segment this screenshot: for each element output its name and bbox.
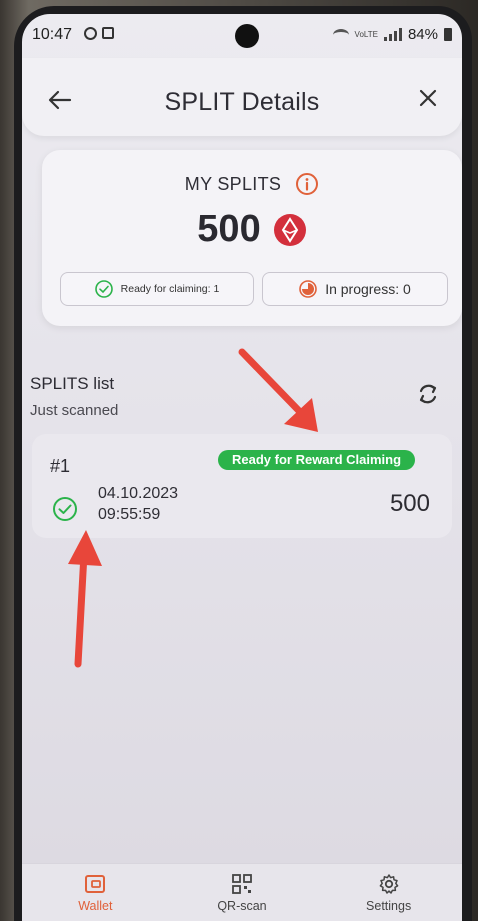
info-icon[interactable] bbox=[295, 172, 319, 196]
splits-list-subtitle: Just scanned bbox=[30, 402, 118, 419]
check-circle-icon bbox=[95, 280, 113, 298]
item-time: 09:55:59 bbox=[98, 505, 160, 525]
nav-settings[interactable]: Settings bbox=[329, 873, 449, 913]
close-icon[interactable] bbox=[414, 84, 442, 112]
progress-icon bbox=[299, 280, 317, 298]
item-amount: 500 bbox=[390, 490, 430, 518]
nav-settings-label: Settings bbox=[366, 899, 411, 913]
item-number: #1 bbox=[50, 456, 70, 477]
in-progress-button[interactable]: In progress: 0 bbox=[262, 272, 448, 306]
status-indicators: VoLTE 84% bbox=[333, 26, 452, 43]
annotation-arrow-to-badge bbox=[232, 344, 332, 444]
app-header: SPLIT Details bbox=[22, 58, 462, 136]
item-date: 04.10.2023 bbox=[98, 484, 178, 504]
page-title: SPLIT Details bbox=[22, 88, 462, 117]
front-camera bbox=[235, 24, 259, 48]
status-badge: Ready for Reward Claiming bbox=[218, 450, 415, 470]
ready-for-claiming-button[interactable]: Ready for claiming: 1 bbox=[60, 272, 254, 306]
bottom-navigation: Wallet QR-scan Settings bbox=[22, 863, 462, 921]
total-amount-row: 500 bbox=[42, 208, 462, 251]
nav-wallet-label: Wallet bbox=[78, 899, 112, 913]
nav-wallet[interactable]: Wallet bbox=[35, 873, 155, 913]
app-screen: 10:47 VoLTE 84% SPLIT Details MY SPLITS bbox=[22, 14, 462, 921]
gear-icon bbox=[378, 873, 400, 895]
battery-icon bbox=[444, 28, 452, 41]
nav-qr-label: QR-scan bbox=[217, 899, 266, 913]
splits-list-title: SPLITS list bbox=[30, 374, 114, 394]
ready-for-claiming-label: Ready for claiming: 1 bbox=[121, 283, 220, 295]
my-splits-card: MY SPLITS 500 Ready for claiming: 1 bbox=[42, 150, 462, 326]
my-splits-label: MY SPLITS bbox=[185, 174, 281, 195]
notification-icons bbox=[84, 27, 114, 40]
status-bar: 10:47 VoLTE 84% bbox=[22, 14, 462, 54]
refresh-icon[interactable] bbox=[414, 380, 442, 408]
battery-percent: 84% bbox=[408, 26, 438, 43]
nav-qr-scan[interactable]: QR-scan bbox=[182, 873, 302, 913]
signal-icon bbox=[384, 28, 402, 41]
wifi-icon bbox=[333, 29, 349, 41]
token-icon bbox=[273, 213, 307, 247]
list-item[interactable]: #1 Ready for Reward Claiming 04.10.2023 … bbox=[32, 434, 452, 538]
wallet-icon bbox=[84, 873, 106, 895]
annotation-arrow-to-check bbox=[58, 524, 108, 674]
qr-icon bbox=[231, 873, 253, 895]
status-time: 10:47 bbox=[32, 26, 72, 44]
check-circle-icon bbox=[52, 496, 78, 522]
whatsapp-icon bbox=[84, 27, 97, 40]
total-amount: 500 bbox=[197, 208, 260, 251]
in-progress-label: In progress: 0 bbox=[325, 281, 411, 297]
volte-indicator: VoLTE bbox=[355, 31, 378, 39]
app-notification-icon bbox=[102, 27, 114, 39]
my-splits-header: MY SPLITS bbox=[42, 172, 462, 196]
